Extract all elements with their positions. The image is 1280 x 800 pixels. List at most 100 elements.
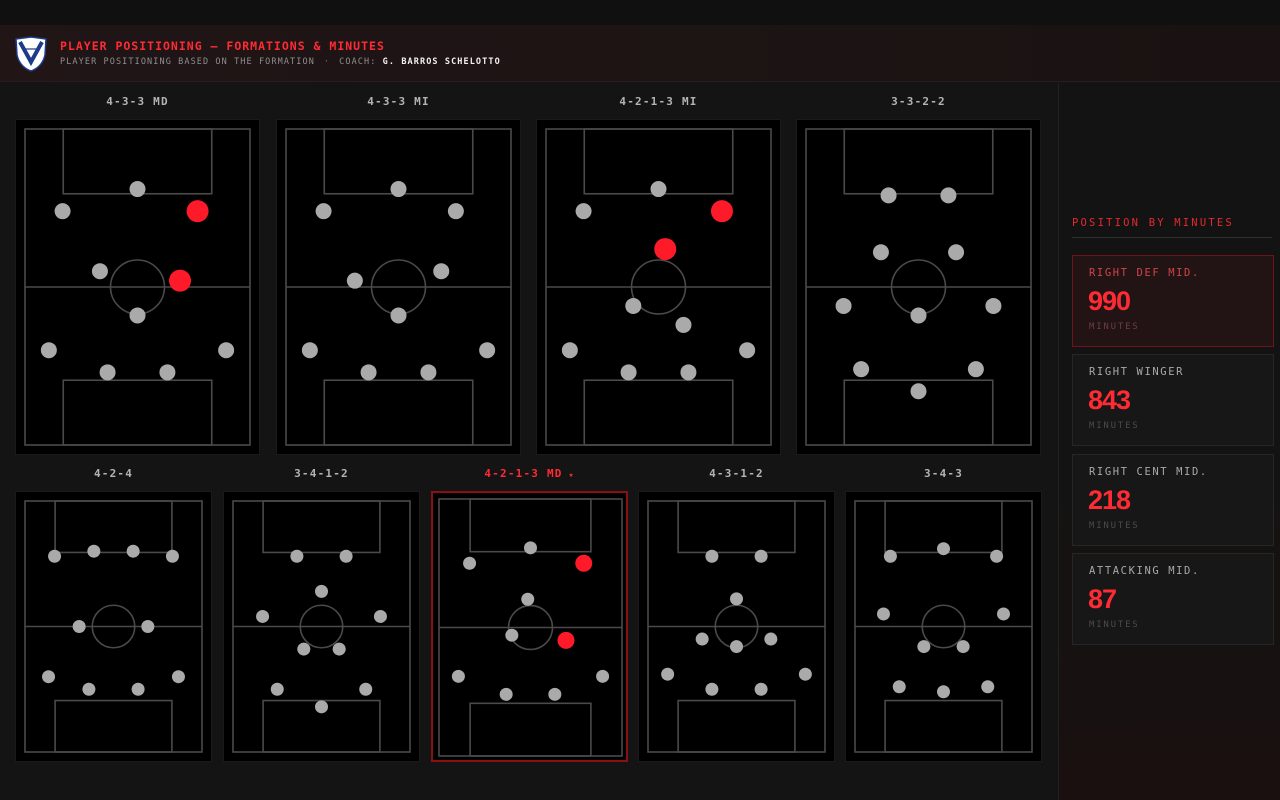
player-dot[interactable]	[72, 620, 86, 633]
player-dot[interactable]	[739, 342, 756, 359]
player-dot[interactable]	[126, 544, 140, 558]
player-dot[interactable]	[680, 364, 697, 381]
player-dot[interactable]	[917, 640, 931, 654]
player-dot[interactable]	[290, 549, 304, 563]
formation-card-3-3-2-2[interactable]: 3-3-2-2	[796, 95, 1041, 455]
player-dot[interactable]	[910, 307, 927, 324]
player-dot[interactable]	[835, 297, 852, 314]
player-dot[interactable]	[479, 342, 496, 359]
player-dot[interactable]	[129, 181, 146, 198]
formation-card-3-4-1-2[interactable]: 3-4-1-2	[223, 467, 420, 762]
formation-card-4-2-1-3-md[interactable]: 4-2-1-3 MD ★	[431, 467, 628, 762]
player-dot[interactable]	[967, 361, 984, 378]
player-dot[interactable]	[270, 682, 284, 696]
player-dot[interactable]	[650, 181, 667, 198]
player-dot[interactable]	[876, 607, 890, 621]
player-dot[interactable]	[892, 680, 906, 694]
player-dot[interactable]	[420, 364, 437, 381]
player-dot[interactable]	[705, 682, 719, 696]
player-dot[interactable]	[165, 549, 179, 563]
player-dot[interactable]	[218, 342, 235, 359]
player-dot[interactable]	[315, 700, 328, 714]
player-dot[interactable]	[730, 592, 743, 606]
player-dot[interactable]	[505, 628, 519, 642]
player-dot[interactable]	[956, 640, 970, 654]
player-dot[interactable]	[872, 244, 889, 261]
player-dot[interactable]	[910, 383, 927, 400]
player-dot[interactable]	[359, 682, 373, 696]
formation-card-4-3-3-md[interactable]: 4-3-3 MD	[15, 95, 260, 455]
player-dot[interactable]	[99, 364, 116, 381]
player-dot[interactable]	[129, 307, 146, 324]
player-dot[interactable]	[548, 687, 562, 701]
player-dot[interactable]	[730, 640, 743, 654]
player-dot[interactable]	[131, 682, 145, 696]
highlighted-player-dot[interactable]	[710, 200, 733, 223]
player-dot[interactable]	[883, 549, 897, 563]
player-dot[interactable]	[937, 542, 950, 556]
player-dot[interactable]	[853, 361, 870, 378]
player-dot[interactable]	[390, 307, 407, 324]
player-dot[interactable]	[390, 181, 407, 198]
player-dot[interactable]	[575, 203, 592, 220]
player-dot[interactable]	[990, 549, 1004, 563]
player-dot[interactable]	[159, 364, 176, 381]
player-dot[interactable]	[40, 342, 57, 359]
stat-card-right-def-mid[interactable]: RIGHT DEF MID. 990 MINUTES	[1072, 255, 1274, 347]
player-dot[interactable]	[463, 556, 477, 570]
stat-card-right-winger[interactable]: RIGHT WINGER 843 MINUTES	[1072, 354, 1274, 446]
player-dot[interactable]	[661, 667, 675, 681]
player-dot[interactable]	[521, 592, 535, 606]
formation-card-4-2-1-3-mi[interactable]: 4-2-1-3 MI	[536, 95, 781, 455]
player-dot[interactable]	[297, 642, 311, 656]
highlighted-player-dot[interactable]	[654, 238, 677, 261]
player-dot[interactable]	[499, 687, 513, 701]
player-dot[interactable]	[315, 584, 328, 598]
player-dot[interactable]	[880, 187, 897, 204]
player-dot[interactable]	[91, 263, 108, 280]
player-dot[interactable]	[171, 670, 185, 684]
player-dot[interactable]	[764, 632, 778, 646]
player-dot[interactable]	[798, 667, 812, 681]
highlighted-player-dot[interactable]	[169, 269, 192, 292]
player-dot[interactable]	[524, 541, 537, 555]
player-dot[interactable]	[360, 364, 377, 381]
formation-card-4-3-3-mi[interactable]: 4-3-3 MI	[276, 95, 521, 455]
player-dot[interactable]	[141, 620, 155, 633]
player-dot[interactable]	[695, 632, 709, 646]
player-dot[interactable]	[997, 607, 1011, 621]
player-dot[interactable]	[981, 680, 995, 694]
highlighted-player-dot[interactable]	[557, 631, 575, 649]
formation-card-3-4-3[interactable]: 3-4-3	[845, 467, 1042, 762]
player-dot[interactable]	[256, 609, 270, 623]
formation-card-4-3-1-2[interactable]: 4-3-1-2	[638, 467, 835, 762]
player-dot[interactable]	[754, 682, 768, 696]
player-dot[interactable]	[948, 244, 965, 261]
player-dot[interactable]	[985, 297, 1002, 314]
player-dot[interactable]	[433, 263, 450, 280]
player-dot[interactable]	[937, 685, 950, 699]
player-dot[interactable]	[754, 549, 768, 563]
player-dot[interactable]	[315, 203, 332, 220]
player-dot[interactable]	[451, 669, 465, 683]
highlighted-player-dot[interactable]	[186, 200, 209, 223]
player-dot[interactable]	[940, 187, 957, 204]
player-dot[interactable]	[561, 342, 578, 359]
player-dot[interactable]	[346, 272, 363, 289]
player-dot[interactable]	[620, 364, 637, 381]
stat-card-right-cent-mid[interactable]: RIGHT CENT MID. 218 MINUTES	[1072, 454, 1274, 546]
player-dot[interactable]	[675, 316, 692, 333]
player-dot[interactable]	[48, 549, 62, 563]
stat-card-attacking-mid[interactable]: ATTACKING MID. 87 MINUTES	[1072, 553, 1274, 645]
player-dot[interactable]	[339, 549, 353, 563]
player-dot[interactable]	[373, 609, 387, 623]
player-dot[interactable]	[705, 549, 719, 563]
player-dot[interactable]	[447, 203, 464, 220]
player-dot[interactable]	[87, 544, 101, 558]
player-dot[interactable]	[42, 670, 56, 684]
player-dot[interactable]	[625, 297, 642, 314]
player-dot[interactable]	[82, 682, 96, 696]
player-dot[interactable]	[596, 669, 610, 683]
highlighted-player-dot[interactable]	[575, 554, 593, 572]
player-dot[interactable]	[301, 342, 318, 359]
